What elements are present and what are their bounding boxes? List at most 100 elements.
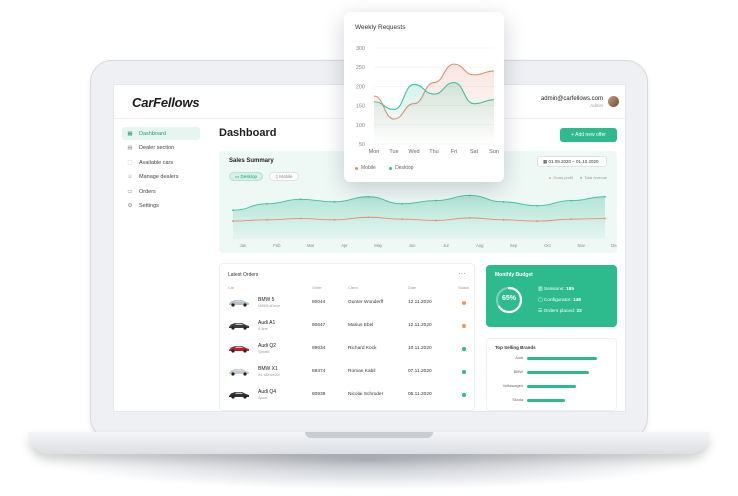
order-date: 07.11.2020 (408, 369, 432, 374)
revenue-point (299, 198, 302, 201)
profit-point (232, 220, 234, 222)
brands-title: Top Selling Brands (495, 345, 536, 350)
brand-row: Audi (487, 355, 616, 363)
order-number: 89634 (312, 346, 326, 351)
profit-point (367, 216, 370, 219)
x-tick-label: Fri (451, 149, 457, 155)
client-name: Nicolai Schroder (348, 392, 384, 397)
user-info[interactable]: admin@carfellows.com Admin (541, 96, 603, 108)
column-header-client: Client (348, 286, 358, 290)
table-row[interactable]: BMW X1 X1 sDrive20i 89474 Roman Kabil 07.11.… (220, 363, 474, 385)
weekly-legend: Mobile Desktop (355, 165, 425, 172)
table-row[interactable]: Audi Q2 Sportb. 89634 Richard Kock 10.11.202… (220, 340, 474, 362)
user-email: admin@carfellows.com (540, 96, 603, 102)
profit-point (502, 218, 505, 221)
budget-orders: ☰ Orders placed: 22 (538, 309, 582, 314)
car-thumbnail (228, 321, 250, 330)
dashboard-icon: ▦ (127, 130, 133, 137)
car-model: Sport (258, 396, 268, 400)
month-label: Dec (611, 243, 617, 248)
sidebar-item-label: Orders (139, 188, 156, 195)
legend-desktop: Desktop (389, 165, 413, 171)
sidebar-item-orders[interactable]: ▭ Orders (122, 185, 200, 198)
sidebar-item-available-cars[interactable]: ⬚ Available cars (122, 156, 200, 169)
laptop-notch (305, 432, 433, 438)
revenue-point (232, 209, 234, 212)
budget-title: Monthly Budget (495, 272, 533, 278)
page-title: Dashboard (219, 127, 277, 139)
y-tick-label: 50 (359, 142, 365, 148)
profit-point (570, 218, 573, 221)
brand-label: BMW (513, 370, 523, 374)
sidebar-item-label: Settings (139, 203, 159, 209)
car-thumbnail (228, 344, 250, 353)
gear-icon: ⚙ (127, 203, 133, 209)
column-header-order: Order (312, 286, 322, 290)
avatar[interactable] (607, 95, 620, 108)
month-label: Jul (443, 243, 448, 248)
x-tick-label: Sun (489, 149, 499, 155)
revenue-point (265, 202, 268, 205)
weekly-requests-card: Weekly Requests 50 100 150 200 250 300 Mon Tue W… (344, 12, 504, 182)
sidebar: ▦ Dashboard ▤ Dealer section ⬚ Available cars… (122, 127, 200, 214)
brand-bar (527, 399, 565, 402)
revenue-point (435, 199, 437, 202)
weekly-requests-chart: 50 100 150 200 250 300 Mon Tue Wed Thu Fri Sat Sun (356, 46, 499, 155)
revenue-point (502, 200, 505, 203)
legend-desktop-label: Desktop (395, 165, 414, 171)
car-model: X1 sDrive20i (258, 373, 280, 377)
revenue-point (570, 199, 573, 202)
car-name: BMW 5 (258, 297, 275, 303)
x-tick-label: Mon (369, 149, 380, 155)
table-row[interactable]: BMW 5 M550i xDrive 80044 Gunter Wonderff 12.… (220, 294, 474, 316)
table-row[interactable]: Audi A1 S-line 80647 Marius Ebel 12.11.2020 (220, 317, 474, 339)
brand-bar (527, 357, 597, 360)
car-name: Audi A1 (258, 320, 276, 326)
sidebar-item-dashboard[interactable]: ▦ Dashboard (122, 127, 200, 140)
brand-label: Audi (515, 356, 523, 360)
table-row[interactable]: Audi Q4 Sport 80938 Nicolai Schroder 05.11.2… (220, 386, 474, 408)
sidebar-item-manage-dealers[interactable]: ☺ Manage dealers (122, 171, 200, 184)
client-name: Gunter Wonderff (348, 300, 384, 305)
month-label: Mar (307, 243, 315, 248)
users-icon: ☺ (127, 174, 133, 180)
month-label: Oct (544, 243, 551, 248)
x-tick-label: Sat (470, 149, 479, 155)
dealer-icon: ▤ (127, 145, 133, 151)
revenue-point (401, 202, 403, 205)
month-label: Nov (577, 243, 585, 248)
car-name: Audi Q2 (258, 343, 277, 349)
sidebar-item-label: Dashboard (139, 130, 166, 137)
status-indicator (462, 301, 466, 305)
profit-point (536, 220, 539, 222)
brand-row: BMW (487, 369, 616, 377)
brand-bar (527, 385, 576, 388)
status-indicator (462, 347, 466, 351)
order-number: 89474 (312, 369, 326, 374)
orders-placed-label: Orders placed: (543, 309, 576, 314)
sidebar-item-settings[interactable]: ⚙ Settings (122, 200, 200, 213)
monthly-budget-card: Monthly Budget 65% ▥ Sessions: 185 ▢ Con… (486, 265, 617, 327)
latest-orders-card: Latest Orders ⋯ Car Order Client Date Status… (219, 263, 475, 411)
orders-placed-value: 22 (576, 309, 582, 314)
revenue-point (604, 195, 606, 198)
profit-point (299, 217, 302, 220)
order-date: 10.11.2020 (408, 346, 432, 351)
brand-row: Volkswagen (487, 383, 616, 391)
x-tick-label: Wed (408, 149, 419, 155)
y-tick-label: 150 (356, 104, 365, 110)
revenue-point (333, 200, 336, 203)
app-logo[interactable]: CarFellows (132, 95, 200, 110)
budget-percent: 65% (501, 295, 516, 302)
sidebar-item-dealer-section[interactable]: ▤ Dealer section (122, 142, 200, 155)
order-date: 05.11.2020 (408, 392, 432, 397)
more-options-icon[interactable]: ⋯ (458, 269, 466, 278)
profit-point (333, 218, 336, 221)
add-offer-button[interactable]: + Add new offer (560, 128, 617, 142)
orders-title: Latest Orders (228, 272, 259, 278)
client-name: Richard Kock (348, 346, 377, 351)
sessions-value: 185 (566, 287, 575, 292)
order-date: 12.11.2020 (408, 323, 432, 328)
month-label: May (374, 243, 383, 248)
order-date: 12.11.2020 (408, 300, 432, 305)
